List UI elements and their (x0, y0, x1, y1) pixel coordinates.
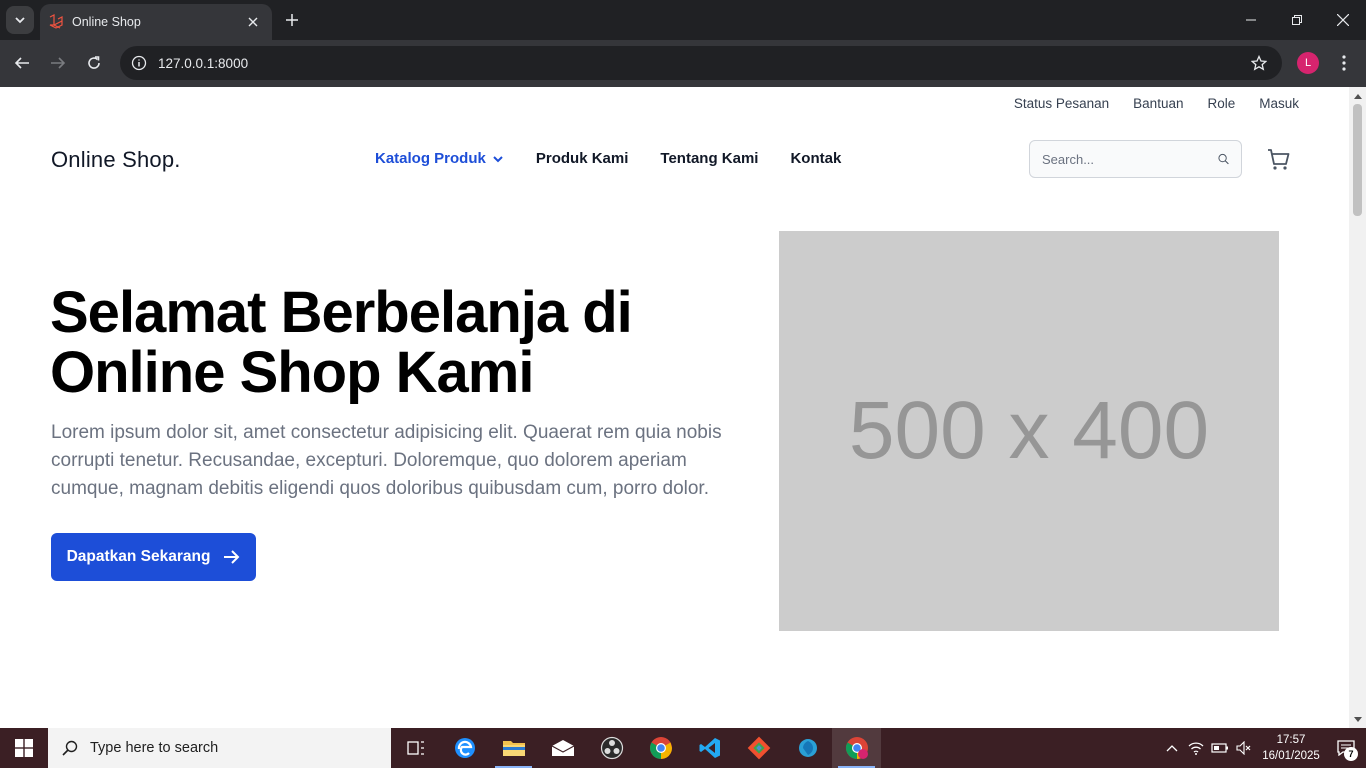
git-icon[interactable] (734, 728, 783, 768)
url-text: 127.0.0.1:8000 (158, 55, 249, 71)
nav-label: Produk Kami (535, 150, 629, 167)
brand-logo[interactable]: Online Shop. (51, 147, 181, 173)
obs-icon[interactable] (587, 728, 636, 768)
close-window-button[interactable] (1320, 0, 1366, 40)
nav-kontak[interactable]: Kontak (790, 150, 841, 167)
plus-icon (286, 14, 298, 26)
chrome-icon[interactable] (636, 728, 685, 768)
tab-search-button[interactable] (6, 6, 34, 34)
bookmark-star-icon[interactable] (1242, 46, 1276, 80)
system-tray: 17:57 16/01/2025 7 (1160, 728, 1366, 768)
hero-image-placeholder: 500 x 400 (779, 231, 1279, 631)
nav-produk-kami[interactable]: Produk Kami (536, 150, 629, 167)
scroll-thumb[interactable] (1353, 104, 1362, 216)
laravel-icon (49, 14, 63, 29)
close-icon (1337, 14, 1349, 26)
page-scrollbar[interactable] (1349, 87, 1366, 728)
reload-button[interactable] (80, 49, 108, 77)
notification-center-icon[interactable]: 7 (1326, 728, 1366, 768)
restore-icon (1292, 15, 1302, 25)
volume-muted-icon[interactable] (1232, 728, 1256, 768)
browser-tab[interactable]: Online Shop (40, 4, 272, 40)
search-icon[interactable] (1218, 150, 1229, 168)
windows-start-button[interactable] (0, 728, 48, 768)
browser-menu-icon[interactable] (1332, 49, 1356, 77)
battery-icon[interactable] (1208, 728, 1232, 768)
nav-label: Tentang Kami (660, 150, 759, 167)
nav-katalog-produk[interactable]: Katalog Produk (375, 150, 504, 167)
profile-avatar[interactable]: L (1297, 52, 1319, 74)
arrow-left-icon (14, 57, 29, 69)
windows-logo-icon (15, 739, 33, 757)
mail-icon[interactable] (538, 728, 587, 768)
clock-date: 16/01/2025 (1262, 750, 1320, 762)
wifi-icon[interactable] (1184, 728, 1208, 768)
edge-icon[interactable] (440, 728, 489, 768)
chrome-profile-icon[interactable] (832, 728, 881, 768)
close-tab-icon[interactable] (244, 13, 262, 31)
cta-label: Dapatkan Sekarang (66, 548, 211, 565)
scroll-down-icon[interactable] (1349, 711, 1366, 728)
chevron-down-icon (493, 155, 503, 162)
browser-toolbar: 127.0.0.1:8000 L (0, 40, 1366, 87)
task-view-icon[interactable] (391, 728, 440, 768)
hero-title: Selamat Berbelanja di Online Shop Kami (50, 280, 633, 405)
forward-button[interactable] (44, 49, 72, 77)
hero-description: Lorem ipsum dolor sit, amet consectetur … (51, 422, 722, 499)
page-viewport: Status Pesanan Bantuan Role Masuk Online… (0, 87, 1349, 728)
app-icon[interactable] (783, 728, 832, 768)
restore-button[interactable] (1274, 0, 1320, 40)
search-icon (62, 740, 78, 756)
back-button[interactable] (8, 49, 36, 77)
minimize-button[interactable] (1228, 0, 1274, 40)
link-masuk[interactable]: Masuk (1259, 96, 1299, 111)
clock-time: 17:57 (1276, 734, 1306, 746)
nav-label: Kontak (790, 150, 842, 167)
taskbar-search-placeholder: Type here to search (90, 740, 219, 756)
arrow-right-icon (224, 550, 240, 564)
taskbar-clock[interactable]: 17:57 16/01/2025 (1260, 732, 1322, 764)
taskbar-search[interactable]: Type here to search (48, 728, 391, 768)
tab-title: Online Shop (72, 15, 141, 29)
windows-taskbar: Type here to search 17:57 16/01/2025 7 (0, 728, 1366, 768)
search-input[interactable] (1042, 151, 1218, 167)
link-bantuan[interactable]: Bantuan (1133, 96, 1183, 111)
search-box (1029, 140, 1242, 178)
get-now-button[interactable]: Dapatkan Sekarang (51, 533, 256, 581)
site-info-icon[interactable] (122, 46, 156, 80)
notification-count: 7 (1344, 747, 1358, 761)
scroll-up-icon[interactable] (1349, 87, 1366, 104)
chevron-down-icon (15, 17, 25, 24)
arrow-right-icon (51, 57, 66, 69)
nav-label: Katalog Produk (375, 150, 486, 167)
browser-tab-bar: Online Shop (0, 0, 1366, 40)
chevron-up-icon[interactable] (1160, 728, 1184, 768)
reload-icon (88, 56, 100, 69)
minimize-icon (1246, 19, 1256, 21)
link-role[interactable]: Role (1207, 96, 1235, 111)
main-nav: Katalog Produk Produk Kami Tentang Kami … (375, 150, 841, 167)
address-bar[interactable]: 127.0.0.1:8000 (120, 46, 1282, 80)
cart-icon[interactable] (1265, 146, 1291, 172)
new-tab-button[interactable] (280, 8, 304, 32)
taskbar-apps (391, 728, 881, 768)
image-size-label: 500 x 400 (848, 385, 1210, 476)
vscode-icon[interactable] (685, 728, 734, 768)
top-links: Status Pesanan Bantuan Role Masuk (1014, 96, 1299, 111)
file-explorer-icon[interactable] (489, 728, 538, 768)
nav-tentang-kami[interactable]: Tentang Kami (660, 150, 758, 167)
link-status-pesanan[interactable]: Status Pesanan (1014, 96, 1109, 111)
